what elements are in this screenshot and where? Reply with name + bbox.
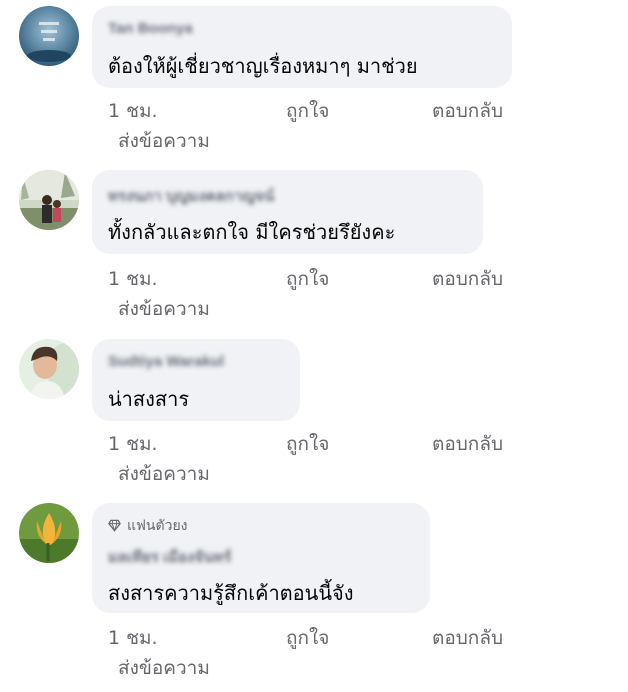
comment-bubble: ทรงนภา บุญมงคลกาญจน์ ทั้งกลัวและตกใจ มีใ… [92,170,483,254]
reply-button[interactable]: ตอบกลับ [432,623,503,653]
like-button[interactable]: ถูกใจ [286,429,329,459]
comment-author[interactable]: Sudtiya Warakul [108,353,224,370]
top-fan-badge: แฟนตัวยง [108,515,188,537]
comment-text: น่าสงสาร [108,387,190,411]
avatar-image [19,170,79,230]
avatar-image [19,503,79,563]
avatar-image [19,6,79,66]
comment-author[interactable]: ทรงนภา บุญมงคลกาญจน์ [108,184,274,208]
comment-text: ทั้งกลัวและตกใจ มีใครช่วยรึยังคะ [108,220,396,244]
send-message-button[interactable]: ส่งข้อความ [118,294,210,324]
timestamp-link[interactable]: 1 ชม. [108,96,158,126]
like-button[interactable]: ถูกใจ [286,96,329,126]
reply-button[interactable]: ตอบกลับ [432,429,503,459]
avatar-image [19,339,79,399]
reply-button[interactable]: ตอบกลับ [432,96,503,126]
comment-author[interactable]: Tan Boonya [108,20,193,37]
send-message-button[interactable]: ส่งข้อความ [118,653,210,683]
comment-bubble: Sudtiya Warakul น่าสงสาร [92,339,300,421]
comment-text: สงสารความรู้สึกเค้าตอนนี้จัง [108,581,354,605]
avatar[interactable] [19,6,79,66]
timestamp-link[interactable]: 1 ชม. [108,264,158,294]
like-button[interactable]: ถูกใจ [286,264,329,294]
avatar[interactable] [19,170,79,230]
diamond-icon [108,519,121,532]
top-fan-label: แฟนตัวยง [127,518,188,534]
avatar[interactable] [19,339,79,399]
reply-button[interactable]: ตอบกลับ [432,264,503,294]
comment-author[interactable]: มลเทียร เมืองจันทร์ [108,545,231,569]
timestamp-link[interactable]: 1 ชม. [108,623,158,653]
send-message-button[interactable]: ส่งข้อความ [118,459,210,489]
like-button[interactable]: ถูกใจ [286,623,329,653]
comment-bubble: Tan Boonya ต้องให้ผู้เชี่ยวชาญเรื่องหมาๆ… [92,6,512,88]
timestamp-link[interactable]: 1 ชม. [108,429,158,459]
comment-bubble: แฟนตัวยง มลเทียร เมืองจันทร์ สงสารความรู… [92,503,430,613]
comment-text: ต้องให้ผู้เชี่ยวชาญเรื่องหมาๆ มาช่วย [108,54,418,78]
send-message-button[interactable]: ส่งข้อความ [118,126,210,156]
avatar[interactable] [19,503,79,563]
